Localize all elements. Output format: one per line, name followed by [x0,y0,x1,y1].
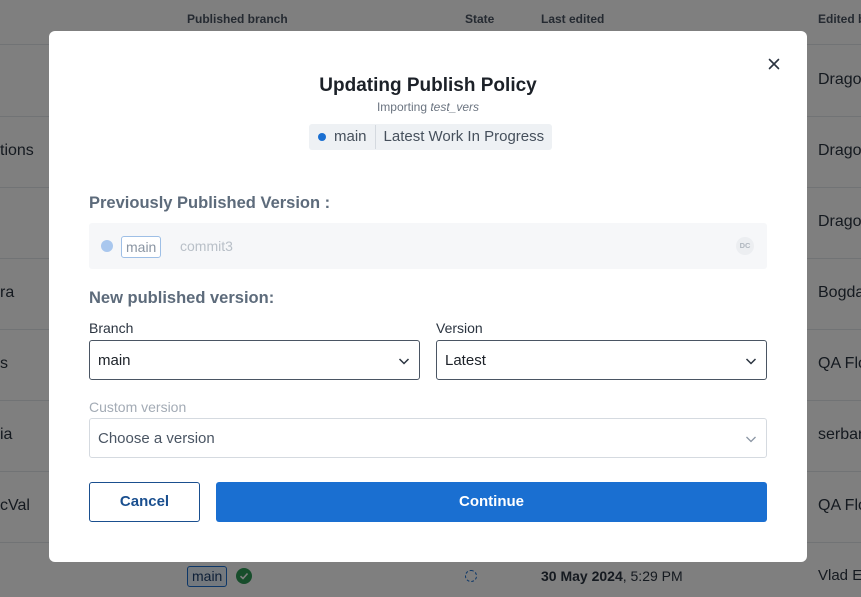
custom-version-select[interactable]: Choose a version [89,418,767,458]
custom-version-label: Custom version [89,399,187,415]
branch-dot-icon [318,133,326,141]
branch-label: Branch [89,320,134,336]
project-name: test_vers [430,100,480,114]
current-version-pill: main Latest Work In Progress [309,124,553,150]
close-icon[interactable] [765,55,783,73]
version-select[interactable]: Latest [436,340,767,380]
version-label: Version [436,320,483,336]
chevron-down-icon [746,436,756,443]
branch-dot-icon [101,240,113,252]
branch-select[interactable]: main [89,340,420,380]
chevron-down-icon [398,358,410,365]
previous-version-heading: Previously Published Version : [89,194,331,212]
continue-button[interactable]: Continue [216,482,767,522]
version-select-value: Latest [445,352,486,369]
chevron-down-icon [745,358,757,365]
pill-version: Latest Work In Progress [383,128,545,145]
dialog-subtitle: Importing test_vers [376,100,480,114]
cancel-button[interactable]: Cancel [89,482,200,522]
custom-version-placeholder: Choose a version [98,430,215,447]
previous-branch-badge: main [121,236,162,258]
pill-branch: main [334,125,376,149]
previous-version-card: main commit3 DC [89,223,767,269]
new-version-heading: New published version: [89,289,275,307]
publish-policy-dialog: Updating Publish Policy Importing test_v… [49,31,807,562]
branch-select-value: main [98,352,131,369]
avatar: DC [736,237,754,255]
previous-commit: commit3 [180,238,233,254]
dialog-title: Updating Publish Policy [319,75,537,96]
